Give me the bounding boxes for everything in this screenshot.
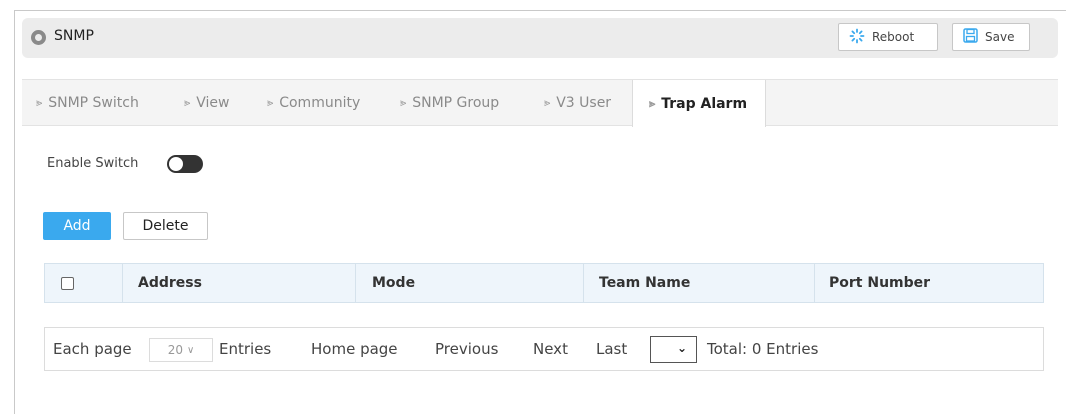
tab-v3-user[interactable]: ⪢ V3 User — [544, 80, 611, 126]
select-all-checkbox[interactable] — [61, 276, 74, 290]
chevron-right-icon: ⪢ — [267, 96, 274, 109]
toggle-knob — [169, 157, 183, 171]
column-header-port-number[interactable]: Port Number — [815, 264, 1043, 302]
save-label: Save — [985, 30, 1015, 44]
previous-link[interactable]: Previous — [435, 340, 498, 358]
tab-label: Community — [279, 95, 361, 111]
tab-bar: ⪢ SNMP Switch ⪢ View ⪢ Community ⪢ SNMP … — [22, 79, 1058, 127]
column-header-mode[interactable]: Mode — [356, 264, 584, 302]
tab-community[interactable]: ⪢ Community — [267, 80, 360, 126]
enable-switch-toggle[interactable] — [167, 155, 203, 173]
chevron-right-icon: ⪢ — [544, 96, 551, 109]
select-all-cell — [45, 264, 123, 302]
tab-snmp-group[interactable]: ⪢ SNMP Group — [400, 80, 499, 126]
tab-trap-alarm[interactable]: ⪢ Trap Alarm — [632, 80, 766, 127]
home-page-link[interactable]: Home page — [311, 340, 398, 358]
tab-snmp-switch[interactable]: ⪢ SNMP Switch — [36, 80, 139, 126]
location-icon — [31, 30, 46, 45]
save-button[interactable]: Save — [952, 23, 1030, 51]
tab-label: V3 User — [556, 95, 612, 111]
next-link[interactable]: Next — [533, 340, 568, 358]
total-entries-label: Total: 0 Entries — [707, 340, 819, 358]
page-title: SNMP — [54, 28, 94, 44]
reboot-label: Reboot — [872, 30, 915, 44]
chevron-right-icon: ⪢ — [400, 96, 407, 109]
chevron-right-icon: ⪢ — [184, 96, 191, 109]
delete-button[interactable]: Delete — [123, 212, 208, 240]
chevron-down-icon: ⌄ — [676, 341, 687, 355]
page-size-select[interactable]: 20 ∨ — [149, 338, 213, 362]
add-button[interactable]: Add — [43, 212, 111, 240]
page-size-value: 20 — [167, 343, 183, 357]
entries-label: Entries — [219, 340, 272, 358]
reboot-button[interactable]: Reboot — [838, 23, 938, 51]
tab-label: Trap Alarm — [661, 95, 748, 112]
tab-label: SNMP Group — [412, 95, 500, 111]
tab-label: View — [196, 95, 230, 111]
table-header: Address Mode Team Name Port Number — [44, 263, 1044, 303]
each-page-label: Each page — [53, 340, 132, 358]
enable-switch-label: Enable Switch — [47, 156, 139, 171]
chevron-down-icon: ∨ — [186, 344, 195, 356]
chevron-right-icon: ⪢ — [649, 96, 656, 110]
column-header-address[interactable]: Address — [123, 264, 356, 302]
pagination-bar: Each page 20 ∨ Entries Home page Previou… — [44, 327, 1044, 371]
column-header-team-name[interactable]: Team Name — [584, 264, 815, 302]
last-link[interactable]: Last — [596, 340, 627, 358]
page-header: SNMP Reboot Save — [22, 18, 1058, 58]
floppy-icon — [963, 28, 978, 46]
tab-label: SNMP Switch — [48, 95, 139, 111]
page-number-select[interactable]: ⌄ — [650, 336, 697, 363]
tab-view[interactable]: ⪢ View — [184, 80, 229, 126]
chevron-right-icon: ⪢ — [36, 96, 43, 109]
spinner-icon — [849, 28, 865, 47]
